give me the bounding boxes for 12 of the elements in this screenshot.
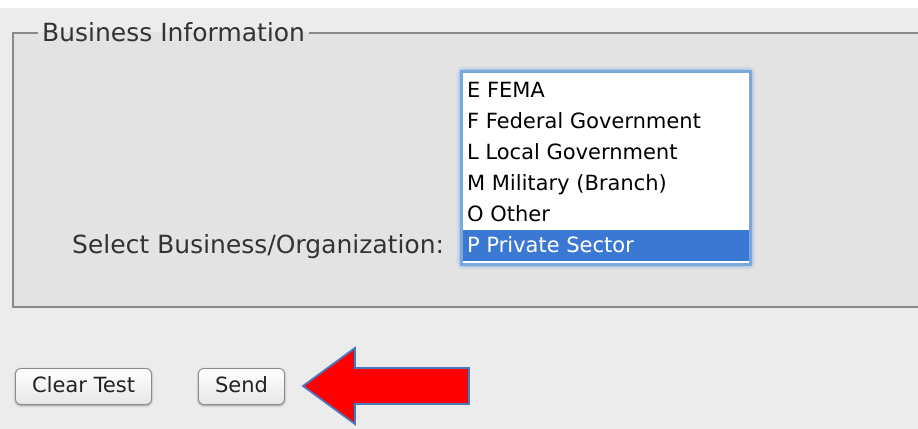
list-option[interactable]: F Federal Government <box>463 106 749 136</box>
list-option[interactable]: L Local Government <box>463 136 749 168</box>
form-button[interactable]: Clear Test <box>15 368 152 404</box>
arrow-icon <box>300 346 473 426</box>
list-option[interactable]: M Military (Branch) <box>463 168 749 198</box>
field-label: Select Business/Organization: <box>72 229 444 261</box>
list-option[interactable]: O Other <box>463 198 749 230</box>
list-option[interactable]: P Private Sector <box>463 230 749 260</box>
organization-listbox[interactable]: E FEMA F Federal Government L Local Government M Military (Branch) O Other P Private Sector <box>460 70 752 266</box>
group-title: Business Information <box>41 17 306 49</box>
list-option[interactable]: E FEMA <box>463 74 749 106</box>
form-button[interactable]: Send <box>198 368 285 404</box>
